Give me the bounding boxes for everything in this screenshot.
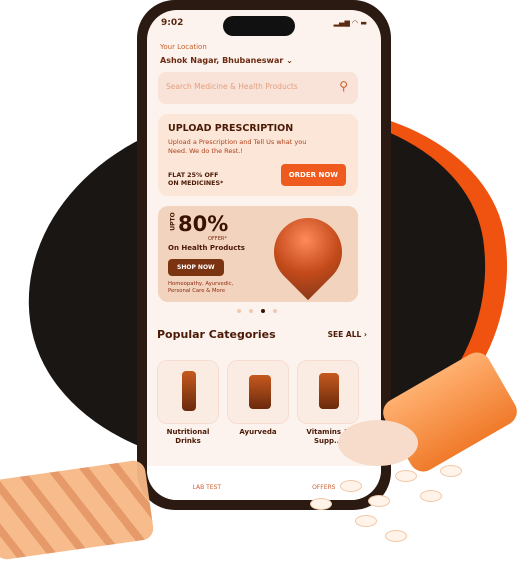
- see-all-label: SEE ALL: [327, 330, 362, 339]
- carousel-dot[interactable]: [249, 309, 253, 313]
- carousel-dot[interactable]: [237, 309, 241, 313]
- category-tile-ayurveda[interactable]: [227, 360, 289, 424]
- carousel-dot-active[interactable]: [261, 309, 265, 313]
- tablet-image: [355, 515, 377, 527]
- promo-categories: Homeopathy, Ayurvedic, Personal Care & Mo…: [168, 281, 233, 295]
- tablet-image: [420, 490, 442, 502]
- promo-subtitle: On Health Products: [168, 244, 245, 252]
- tablet-image: [368, 495, 390, 507]
- upload-prescription-card: UPLOAD PRESCRIPTION Upload a Prescriptio…: [158, 114, 358, 196]
- tablet-image: [310, 498, 332, 510]
- dynamic-island: [223, 16, 295, 36]
- vitamin-jar-image: [319, 373, 339, 409]
- search-icon[interactable]: ⚲: [339, 79, 348, 93]
- location-selector[interactable]: Ashok Nagar, Bhubaneswar ⌄: [160, 56, 293, 65]
- carousel-dots[interactable]: [237, 309, 277, 313]
- category-label: Nutritional Drinks: [166, 428, 210, 446]
- offer-line-1: FLAT 25% OFF: [168, 172, 219, 179]
- promo-banner[interactable]: UPTO 80% OFFER* On Health Products SHOP …: [158, 206, 358, 302]
- see-all-link[interactable]: SEE ALL ›: [328, 330, 367, 339]
- discount-percent: 80%: [178, 212, 229, 236]
- tablet-image: [440, 465, 462, 477]
- ayurveda-jar-image: [249, 375, 271, 409]
- shop-now-button[interactable]: SHOP NOW: [168, 259, 224, 276]
- section-title: Popular Categories: [157, 328, 276, 341]
- promo-categories-line-2: Personal Care & More: [168, 288, 226, 295]
- category-tile-nutritional-drinks[interactable]: [157, 360, 219, 424]
- search-input[interactable]: Search Medicine & Health Products ⚲: [158, 72, 358, 104]
- pill-heart-image: [259, 206, 357, 301]
- blister-pack-image: [0, 459, 155, 561]
- status-time: 9:02: [161, 18, 184, 28]
- promo-categories-line-1: Homeopathy, Ayurvedic,: [168, 281, 234, 287]
- drink-bottle-image: [182, 371, 196, 411]
- search-placeholder: Search Medicine & Health Products: [166, 82, 298, 91]
- upload-title: UPLOAD PRESCRIPTION: [168, 123, 294, 134]
- category-tile-vitamins[interactable]: [297, 360, 359, 424]
- tablet-image: [340, 480, 362, 492]
- bottle-cap-image: [338, 420, 418, 466]
- offer-label: OFFER*: [208, 236, 227, 242]
- flat-offer: FLAT 25% OFF ON MEDICINES*: [168, 172, 223, 188]
- upto-label: UPTO: [169, 212, 177, 231]
- location-label: Your Location: [160, 43, 207, 51]
- chevron-down-icon: ⌄: [286, 56, 293, 65]
- order-now-button[interactable]: ORDER NOW: [280, 164, 346, 186]
- chevron-right-icon: ›: [363, 330, 367, 339]
- upload-text: Upload a Prescription and Tell Us what y…: [168, 138, 307, 156]
- signal-wifi-battery-icon: ▂▄▆ ◠ ▬: [333, 19, 367, 27]
- offer-line-2: ON MEDICINES*: [168, 180, 224, 188]
- category-label: Ayurveda: [239, 428, 277, 436]
- app-screen: 9:02 ▂▄▆ ◠ ▬ Your Location Ashok Nagar, …: [147, 10, 381, 500]
- tablet-image: [385, 530, 407, 542]
- tablet-image: [395, 470, 417, 482]
- carousel-dot[interactable]: [273, 309, 277, 313]
- nav-item-lab-test[interactable]: LAB TEST: [193, 484, 222, 500]
- location-value: Ashok Nagar, Bhubaneswar: [160, 56, 284, 65]
